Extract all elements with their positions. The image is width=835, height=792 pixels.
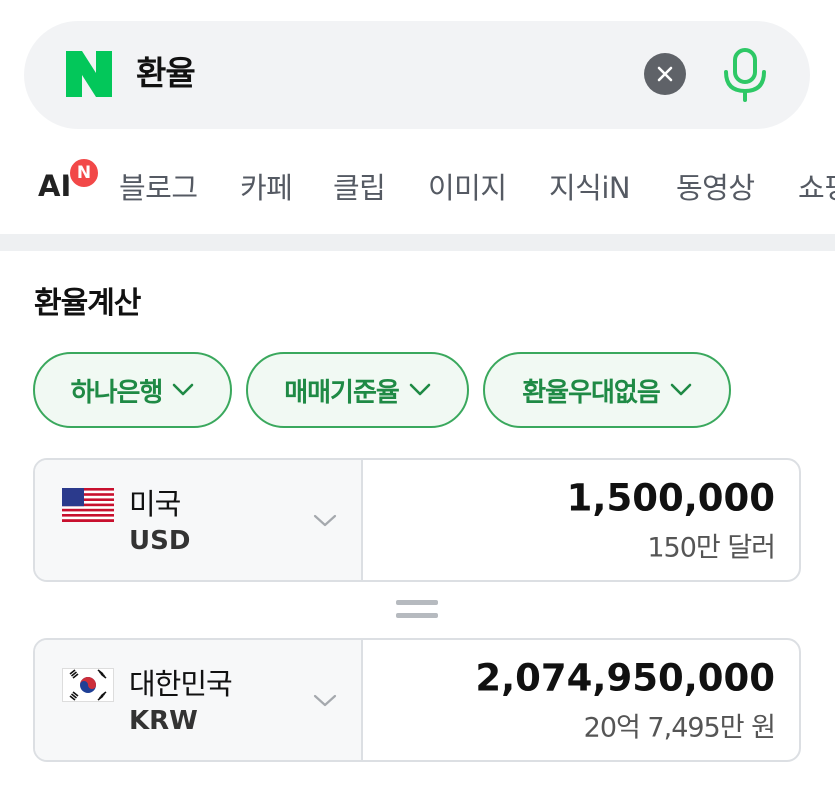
chevron-down-icon [313, 694, 337, 707]
from-amount-korean: 150만 달러 [647, 532, 776, 564]
tab-knowledge-in[interactable]: 지식iN [549, 165, 631, 207]
from-currency-select[interactable]: 미국 USD [35, 460, 363, 580]
from-currency-box: 미국 USD 1,500,000 150만 달러 [33, 458, 801, 582]
korea-flag-icon [62, 668, 114, 702]
microphone-icon[interactable] [721, 47, 769, 103]
currency-code: KRW [129, 706, 198, 736]
to-currency-select[interactable]: 대한민국 KRW [35, 640, 363, 760]
bank-filter-chip[interactable]: 하나은행 [33, 352, 232, 428]
from-amount-input[interactable]: 1,500,000 [567, 477, 775, 520]
chevron-down-icon [670, 383, 692, 396]
us-flag-icon [62, 488, 114, 522]
chevron-down-icon [173, 383, 194, 396]
rate-type-filter-chip[interactable]: 매매기준율 [246, 352, 469, 428]
tab-cafe[interactable]: 카페 [240, 165, 293, 207]
search-bar[interactable]: 환율 [24, 21, 810, 129]
currency-country: 대한민국 [129, 667, 233, 701]
tab-images[interactable]: 이미지 [428, 165, 507, 207]
currency-code: USD [129, 526, 191, 556]
search-tabs: AI N 블로그 카페 클립 이미지 지식iN 동영상 쇼핑 [0, 150, 835, 220]
naver-logo[interactable] [66, 51, 112, 97]
close-icon [657, 66, 673, 82]
section-title: 환율계산 [34, 286, 141, 321]
tab-clip[interactable]: 클립 [333, 165, 386, 207]
to-amount-input[interactable]: 2,074,950,000 [475, 657, 775, 700]
equals-icon [396, 600, 438, 622]
chevron-down-icon [313, 514, 337, 527]
chip-label: 하나은행 [70, 377, 164, 408]
search-input[interactable]: 환율 [136, 57, 196, 90]
new-badge: N [68, 157, 100, 189]
chip-label: 환율우대없음 [522, 377, 661, 408]
currency-country: 미국 [129, 487, 181, 521]
clear-search-button[interactable] [644, 53, 686, 95]
tab-blog[interactable]: 블로그 [119, 165, 198, 207]
tab-ai[interactable]: AI [38, 169, 71, 203]
to-currency-box: 대한민국 KRW 2,074,950,000 20억 7,495만 원 [33, 638, 801, 762]
chevron-down-icon [409, 383, 431, 396]
tab-shopping[interactable]: 쇼핑 [798, 165, 835, 207]
tab-video[interactable]: 동영상 [676, 165, 755, 207]
discount-filter-chip[interactable]: 환율우대없음 [483, 352, 731, 428]
chip-label: 매매기준율 [284, 377, 400, 408]
to-amount-korean: 20억 7,495만 원 [583, 712, 776, 744]
section-divider [0, 234, 835, 251]
